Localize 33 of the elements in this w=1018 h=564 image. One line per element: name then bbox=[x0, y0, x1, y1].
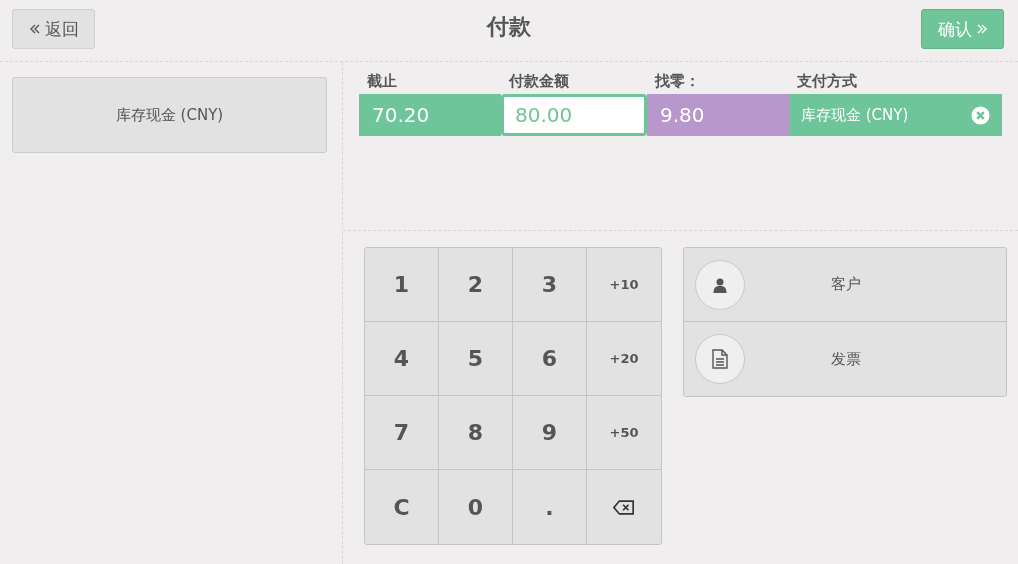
column-header: 支付方式 bbox=[796, 71, 858, 91]
column-header: 截止 bbox=[366, 71, 398, 91]
numpad-key[interactable]: 1 bbox=[365, 248, 439, 322]
back-button[interactable]: 返回 bbox=[12, 9, 95, 49]
action-button[interactable]: 客户 bbox=[684, 248, 1006, 322]
numpad-key[interactable]: 4 bbox=[365, 322, 439, 396]
numpad-key[interactable]: C bbox=[365, 470, 439, 544]
numpad-key[interactable]: 3 bbox=[513, 248, 587, 322]
numpad-key[interactable]: +10 bbox=[587, 248, 661, 322]
backspace-icon bbox=[613, 499, 635, 515]
numpad-key[interactable]: 0 bbox=[439, 470, 513, 544]
payment-method-button[interactable]: 库存现金 (CNY) bbox=[12, 77, 327, 153]
numpad-key[interactable]: 7 bbox=[365, 396, 439, 470]
numpad-key[interactable]: 9 bbox=[513, 396, 587, 470]
double-chevron-right-icon bbox=[975, 23, 988, 35]
numpad-key[interactable]: +50 bbox=[587, 396, 661, 470]
numpad-key[interactable]: . bbox=[513, 470, 587, 544]
double-chevron-left-icon bbox=[28, 23, 41, 35]
backspace-key[interactable] bbox=[587, 470, 661, 544]
numpad-key[interactable]: 6 bbox=[513, 322, 587, 396]
due-amount: 70.20 bbox=[359, 94, 501, 136]
column-header: 找零： bbox=[653, 71, 701, 91]
column-header: 付款金额 bbox=[507, 71, 570, 91]
document-icon bbox=[712, 349, 728, 369]
numpad-key[interactable]: 2 bbox=[439, 248, 513, 322]
numpad-key[interactable]: 8 bbox=[439, 396, 513, 470]
change-amount: 9.80 bbox=[647, 94, 789, 136]
person-icon bbox=[712, 276, 728, 293]
payment-method-name: 库存现金 (CNY) bbox=[801, 105, 909, 125]
page-title: 付款 bbox=[487, 13, 531, 41]
numpad-key[interactable]: +20 bbox=[587, 322, 661, 396]
action-button[interactable]: 发票 bbox=[684, 322, 1006, 396]
numpad-key[interactable]: 5 bbox=[439, 322, 513, 396]
